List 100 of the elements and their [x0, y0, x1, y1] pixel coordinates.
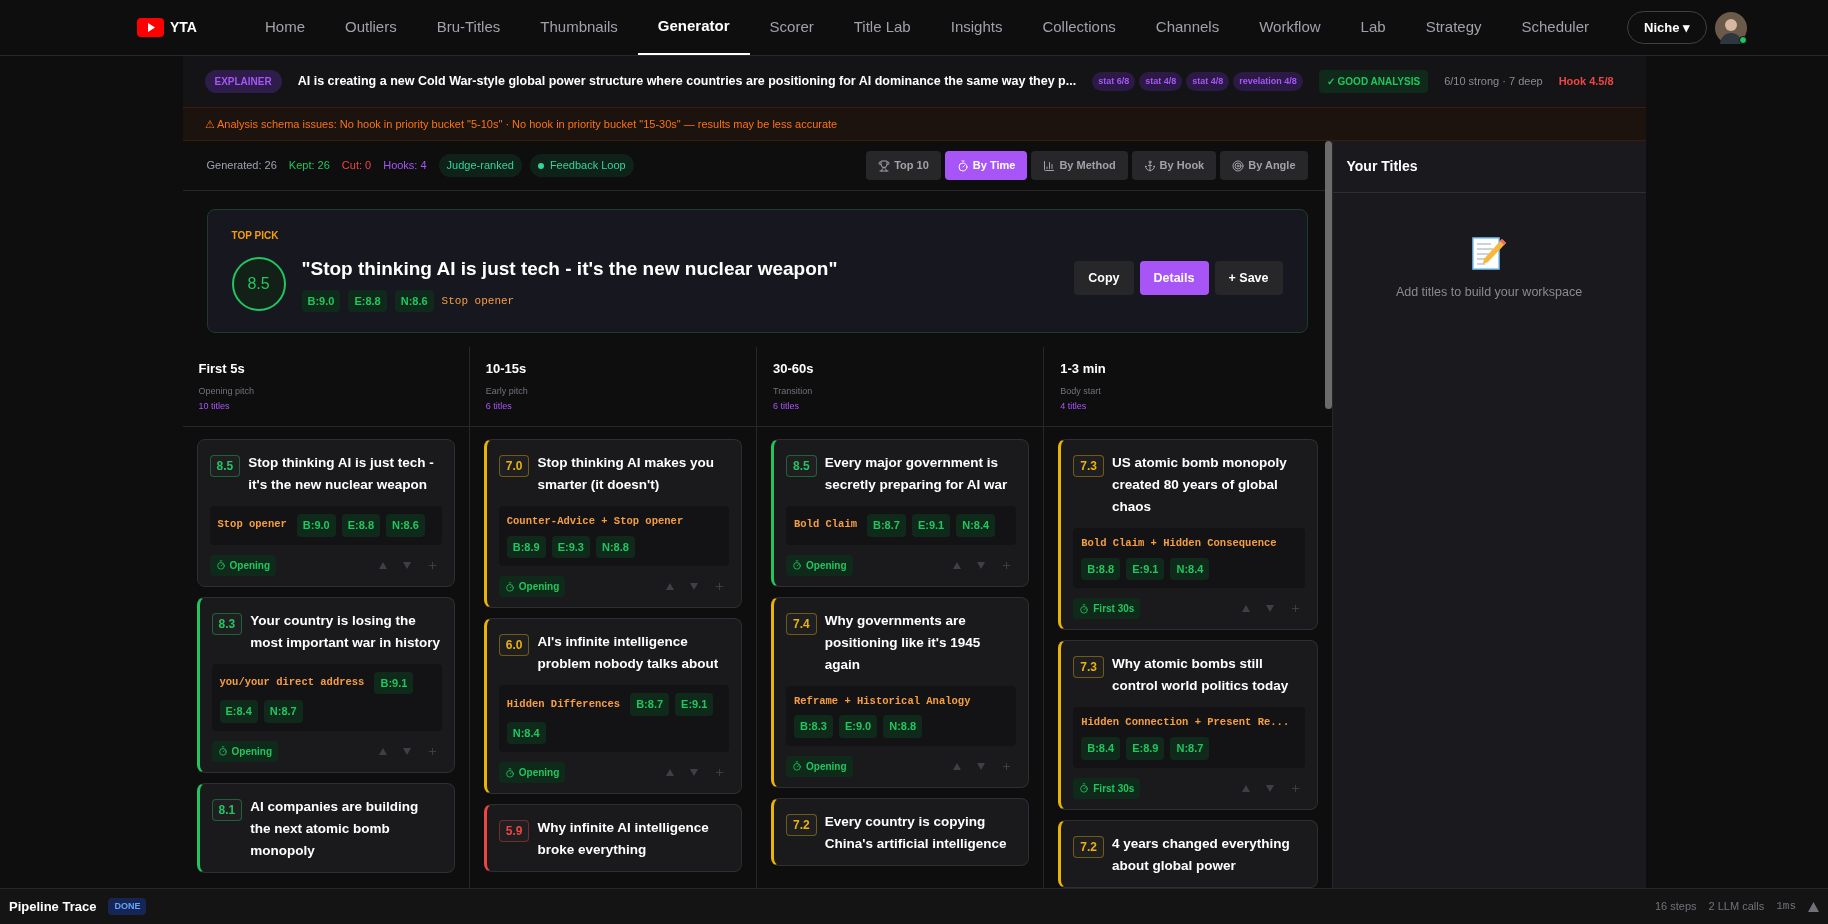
nav-tab[interactable]: Scorer — [749, 0, 834, 55]
column-subtitle: Body start — [1060, 384, 1102, 398]
time-badge: Opening — [498, 576, 566, 598]
hook-label: Counter-Advice + Stop opener — [506, 514, 684, 529]
title-card[interactable]: 8.1 AI companies are building the next atomic bomb monopoly — [196, 782, 455, 873]
nav-tab[interactable]: Thumbnails — [520, 0, 638, 55]
title-card[interactable]: 8.5 Stop thinking AI is just tech - it's the new nuclear weapon Stop opener B:9.0 E:8.8 N:8.6 Opening — [196, 439, 455, 587]
view-tab[interactable]: By Hook — [1131, 151, 1217, 180]
action-button[interactable]: + Save — [1214, 260, 1283, 296]
view-tab[interactable]: By Time — [944, 151, 1028, 180]
count-label: Generated: 26 — [206, 158, 277, 174]
nav-tab[interactable]: Title Lab — [833, 0, 931, 55]
top-pick-label: TOP PICK — [231, 229, 280, 243]
score-badge: 7.3 — [1073, 656, 1104, 679]
add-icon[interactable] — [1289, 782, 1301, 794]
nav-tab[interactable]: Home — [244, 0, 325, 55]
column-title: 10-15s — [485, 360, 528, 378]
column-subtitle: Transition — [773, 384, 814, 398]
move-up-icon[interactable] — [1241, 784, 1250, 792]
score-chip: E:8.8 — [341, 514, 380, 537]
title-card[interactable]: 7.2 4 years changed everything about global power — [1058, 819, 1318, 888]
title-card[interactable]: 7.3 Why atomic bombs still control world politics today Hidden Connection + Present Re... B:8.4 E:8.9 N:8.7 First 30s — [1058, 640, 1318, 810]
add-icon[interactable] — [426, 745, 438, 757]
add-icon[interactable] — [1001, 559, 1013, 571]
nav-tab[interactable]: Collections — [1022, 0, 1136, 55]
nav-tab[interactable]: Lab — [1340, 0, 1406, 55]
type-badge: EXPLAINER — [204, 70, 282, 93]
card-title: AI companies are building the next atomic bomb monopoly — [250, 797, 420, 860]
move-down-icon[interactable] — [690, 583, 698, 591]
avatar[interactable] — [1715, 11, 1748, 44]
title-card[interactable]: 7.2 Every country is copying China's artificial intelligence — [771, 797, 1030, 866]
title-card[interactable]: 5.9 Why infinite AI intelligence broke everything — [483, 804, 742, 873]
add-icon[interactable] — [426, 559, 438, 571]
scrollbar[interactable] — [1324, 141, 1332, 409]
move-down-icon[interactable] — [1265, 605, 1274, 613]
view-tab[interactable]: Top 10 — [866, 151, 941, 180]
analysis-summary: AI is creating a new Cold War-style global power structure where countries are positioning for AI dominance the same way they p... — [297, 73, 1077, 91]
move-up-icon[interactable] — [378, 747, 387, 755]
score-chip: E:9.3 — [551, 535, 590, 559]
score-chip: B:9.0 — [296, 514, 336, 537]
hook-label: Stop opener — [441, 293, 515, 309]
nav-tab[interactable]: Channels — [1135, 0, 1240, 55]
time-badge: Opening — [786, 755, 853, 777]
title-card[interactable]: 8.3 Your country is losing the most important war in history you/your direct address B:9.1 E:8.4 N:8.7 Opening — [196, 596, 455, 773]
score-chip: B:8.9 — [506, 535, 546, 559]
nav-tab[interactable]: Scheduler — [1501, 0, 1610, 55]
move-up-icon[interactable] — [1241, 605, 1250, 613]
move-down-icon[interactable] — [1265, 784, 1274, 792]
move-down-icon[interactable] — [690, 769, 698, 777]
move-down-icon[interactable] — [977, 762, 986, 770]
hook-label: you/your direct address — [219, 674, 365, 690]
score-badge: 8.3 — [211, 612, 243, 635]
column-title: 30-60s — [773, 360, 815, 378]
card-title: Stop thinking AI is just tech - it's the new nuclear weapon — [248, 454, 435, 494]
score-chip: N:8.4 — [506, 721, 546, 745]
move-up-icon[interactable] — [378, 561, 387, 569]
move-up-icon[interactable] — [953, 762, 962, 770]
title-card[interactable]: 7.3 US atomic bomb monopoly created 80 years of global chaos Bold Claim + Hidden Consequence B:8.8 E:9.1 N:8.4 First 30s — [1058, 439, 1318, 631]
title-card[interactable]: 6.0 AI's infinite intelligence problem nobody talks about Hidden Differences B:8.7 E:9.1 N:8.4 Opening — [483, 618, 742, 795]
score-chip: B:8.7 — [630, 693, 670, 716]
view-tab[interactable]: By Angle — [1220, 151, 1308, 180]
title-card[interactable]: 7.4 Why governments are positioning like it's 1945 again Reframe + Historical Analogy B:8.3 E:9.0 N:8.8 Opening — [771, 596, 1030, 788]
nav-tab[interactable]: Workflow — [1239, 0, 1341, 55]
hook-label: Bold Claim + Hidden Consequence — [1081, 536, 1277, 551]
count-label: Kept: 26 — [288, 158, 330, 174]
nav-tab[interactable]: Outliers — [325, 0, 417, 55]
add-icon[interactable] — [1289, 603, 1301, 615]
column-title: 1-3 min — [1060, 360, 1107, 378]
card-title: 4 years changed everything about global power — [1111, 834, 1291, 875]
add-icon[interactable] — [714, 581, 725, 593]
score-chip: E:9.1 — [675, 693, 714, 716]
action-button[interactable]: Details — [1139, 260, 1209, 296]
nav-tab[interactable]: Insights — [930, 0, 1023, 55]
move-up-icon[interactable] — [666, 583, 674, 591]
count-label: Cut: 0 — [341, 158, 372, 174]
time-badge: Opening — [211, 740, 279, 762]
empty-state-text: Add titles to build your workspace — [1394, 284, 1584, 301]
score-chip: E:9.1 — [1126, 557, 1165, 581]
move-down-icon[interactable] — [977, 561, 986, 569]
score-badge: 7.4 — [786, 612, 817, 635]
title-card[interactable]: 7.0 Stop thinking AI makes you smarter (it doesn't) Counter-Advice + Stop opener B:8.9 E:9.3 N:8.8 Opening — [483, 439, 742, 609]
hook-label: Bold Claim — [794, 517, 857, 533]
title-card[interactable]: 8.5 Every major government is secretly preparing for AI war Bold Claim B:8.7 E:9.1 N:8.4 Opening — [771, 439, 1030, 587]
score-badge: 7.2 — [1073, 835, 1104, 858]
add-icon[interactable] — [1001, 760, 1013, 772]
expand-icon[interactable] — [1808, 901, 1819, 912]
nav-tab[interactable]: Bru-Titles — [416, 0, 521, 55]
add-icon[interactable] — [714, 767, 725, 779]
move-down-icon[interactable] — [402, 747, 411, 755]
view-tab[interactable]: By Method — [1031, 151, 1128, 180]
card-title: US atomic bomb monopoly created 80 years of global chaos — [1111, 454, 1288, 516]
nav-tab[interactable]: Strategy — [1405, 0, 1502, 55]
move-down-icon[interactable] — [402, 561, 411, 569]
move-up-icon[interactable] — [666, 769, 674, 777]
target-icon — [1232, 159, 1245, 172]
score-badge: 6.0 — [498, 634, 530, 657]
time-badge: Opening — [209, 554, 277, 576]
action-button[interactable]: Copy — [1074, 260, 1134, 296]
move-up-icon[interactable] — [953, 561, 962, 569]
score-badge: 8.5 — [786, 455, 817, 477]
